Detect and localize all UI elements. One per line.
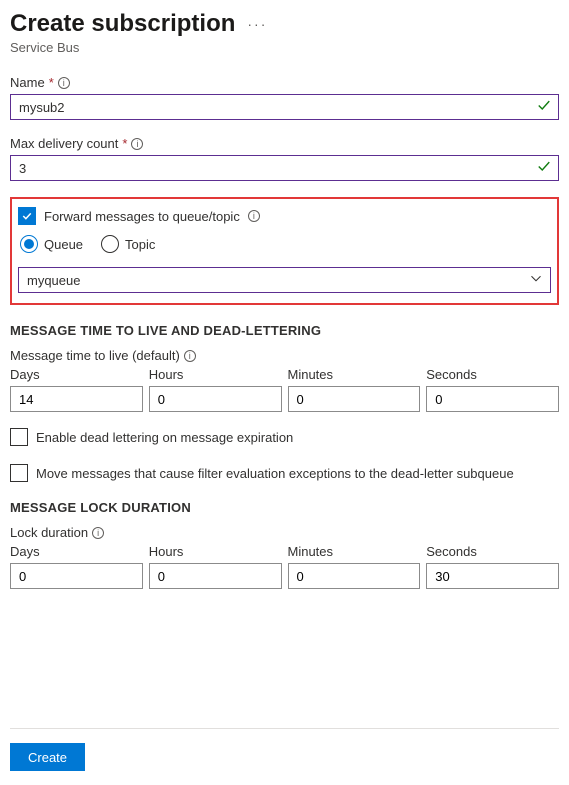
lock-hours-label: Hours xyxy=(149,544,282,559)
lock-minutes-input[interactable] xyxy=(288,563,421,589)
name-label: Name * i xyxy=(10,75,559,90)
dead-letter-label: Enable dead lettering on message expirat… xyxy=(36,430,293,445)
forward-target-dropdown[interactable]: myqueue xyxy=(18,267,551,293)
lock-days-label: Days xyxy=(10,544,143,559)
ttl-days-input[interactable] xyxy=(10,386,143,412)
required-icon: * xyxy=(122,136,127,151)
info-icon[interactable]: i xyxy=(92,527,104,539)
valid-check-icon xyxy=(537,99,551,116)
page-title: Create subscription xyxy=(10,10,235,38)
forward-section-highlight: Forward messages to queue/topic i Queue … xyxy=(10,197,559,305)
filter-exception-label: Move messages that cause filter evaluati… xyxy=(36,466,514,481)
lock-minutes-label: Minutes xyxy=(288,544,421,559)
ttl-minutes-label: Minutes xyxy=(288,367,421,382)
more-actions-button[interactable]: ··· xyxy=(247,16,267,32)
lock-label: Lock duration i xyxy=(10,525,559,540)
create-button[interactable]: Create xyxy=(10,743,85,771)
dropdown-value: myqueue xyxy=(27,273,80,288)
info-icon[interactable]: i xyxy=(58,77,70,89)
ttl-days-label: Days xyxy=(10,367,143,382)
info-icon[interactable]: i xyxy=(184,350,196,362)
name-input[interactable] xyxy=(10,94,559,120)
max-delivery-input[interactable] xyxy=(10,155,559,181)
lock-seconds-input[interactable] xyxy=(426,563,559,589)
radio-queue-label: Queue xyxy=(44,237,83,252)
ttl-hours-input[interactable] xyxy=(149,386,282,412)
forward-checkbox-label: Forward messages to queue/topic xyxy=(44,209,240,224)
ttl-hours-label: Hours xyxy=(149,367,282,382)
radio-queue[interactable]: Queue xyxy=(20,235,83,253)
forward-checkbox[interactable] xyxy=(18,207,36,225)
lock-days-input[interactable] xyxy=(10,563,143,589)
ttl-label: Message time to live (default) i xyxy=(10,348,559,363)
ttl-seconds-label: Seconds xyxy=(426,367,559,382)
page-subtitle: Service Bus xyxy=(10,40,559,55)
dead-letter-checkbox[interactable] xyxy=(10,428,28,446)
ttl-seconds-input[interactable] xyxy=(426,386,559,412)
radio-topic-label: Topic xyxy=(125,237,155,252)
footer-separator xyxy=(10,728,559,729)
filter-exception-checkbox[interactable] xyxy=(10,464,28,482)
info-icon[interactable]: i xyxy=(248,210,260,222)
required-icon: * xyxy=(49,75,54,90)
radio-topic[interactable]: Topic xyxy=(101,235,155,253)
ttl-section-title: MESSAGE TIME TO LIVE AND DEAD-LETTERING xyxy=(10,323,559,338)
ttl-minutes-input[interactable] xyxy=(288,386,421,412)
valid-check-icon xyxy=(537,160,551,177)
info-icon[interactable]: i xyxy=(131,138,143,150)
max-delivery-label: Max delivery count * i xyxy=(10,136,559,151)
lock-section-title: MESSAGE LOCK DURATION xyxy=(10,500,559,515)
chevron-down-icon xyxy=(530,273,542,288)
lock-seconds-label: Seconds xyxy=(426,544,559,559)
lock-hours-input[interactable] xyxy=(149,563,282,589)
